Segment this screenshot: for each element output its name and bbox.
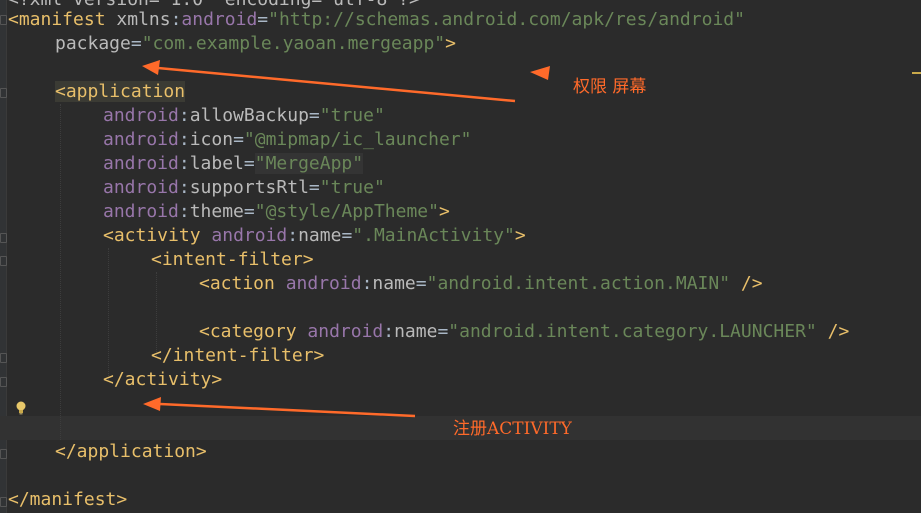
arrow-permissions-small bbox=[530, 66, 550, 80]
annotation-register-activity: 注册ACTIVITY bbox=[453, 419, 572, 439]
code-editor[interactable]: <?xml version="1.0" encoding="utf-8"?> <… bbox=[0, 0, 921, 513]
arrow-register-activity bbox=[143, 397, 416, 418]
arrow-permissions bbox=[142, 60, 516, 103]
annotation-permissions-screen: 权限 屏幕 bbox=[573, 77, 647, 97]
